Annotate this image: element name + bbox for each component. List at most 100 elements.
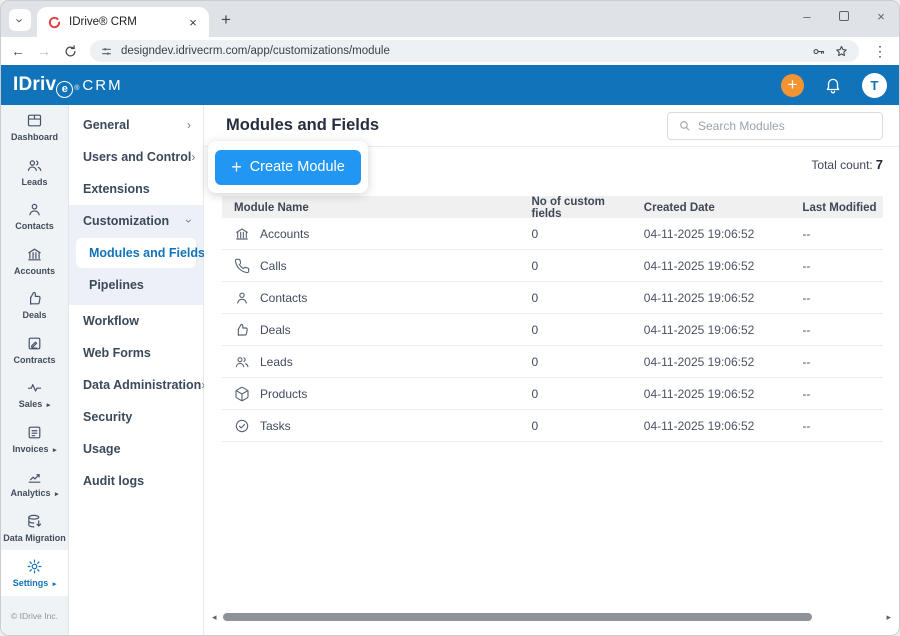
table-row-calls[interactable]: Calls 0 04-11-2025 19:06:52 -- [222,250,883,282]
new-tab-button[interactable]: + [213,7,239,33]
sidebar-item-accounts[interactable]: Accounts [1,239,68,284]
chevron-right-icon: › [191,150,195,164]
page-title: Modules and Fields [226,116,379,135]
table-row-tasks[interactable]: Tasks 0 04-11-2025 19:06:52 -- [222,410,883,442]
calls-icon [234,258,250,274]
search-modules-input[interactable] [698,119,872,133]
logo-product-text: CRM [82,77,122,94]
contacts-icon [26,201,43,218]
contracts-icon [26,335,43,352]
window-minimize-button[interactable]: – [799,9,815,24]
url-text[interactable]: designdev.idrivecrm.com/app/customizatio… [121,45,803,57]
chevron-right-icon: › [187,118,191,132]
settings-menu-modules-and-fields[interactable]: Modules and Fields [76,238,196,268]
search-icon [678,119,691,132]
site-settings-icon[interactable] [100,45,113,58]
reload-button[interactable] [63,44,78,59]
table-row-contacts[interactable]: Contacts 0 04-11-2025 19:06:52 -- [222,282,883,314]
table-row-leads[interactable]: Leads 0 04-11-2025 19:06:52 -- [222,346,883,378]
modules-table: Module Name No of custom fields Created … [222,196,883,442]
scroll-left-icon[interactable]: ◂ [212,612,217,623]
submenu-arrow-icon: ▸ [53,447,57,454]
submenu-arrow-icon: ▸ [47,402,51,409]
column-module-name: Module Name [222,202,519,214]
leads-icon [234,354,250,370]
create-module-highlight: + Create Module [208,141,368,193]
settings-menu-pipelines[interactable]: Pipelines [69,269,203,301]
notifications-bell-icon[interactable] [824,76,842,94]
sidebar-item-data-migration[interactable]: Data Migration [1,506,68,551]
window-close-button[interactable]: × [873,9,889,24]
dashboard-icon [26,112,43,129]
settings-menu-workflow[interactable]: Workflow [69,305,203,337]
main-content: Modules and Fields + Create Module Total… [204,105,899,635]
table-row-products[interactable]: Products 0 04-11-2025 19:06:52 -- [222,378,883,410]
idrive-favicon-icon [47,15,62,30]
settings-menu-users-and-control[interactable]: Users and Control › [69,141,203,173]
sidebar-item-leads[interactable]: Leads [1,150,68,195]
sidebar-item-contracts[interactable]: Contracts [1,328,68,373]
browser-menu-button[interactable]: ⋮ [871,43,889,60]
settings-menu-data-administration[interactable]: Data Administration › [69,369,203,401]
invoices-icon [26,424,43,441]
scrollbar-thumb[interactable] [223,613,812,621]
logo-text: IDriv [13,74,56,96]
settings-menu: General › Users and Control › Extensions… [69,105,204,635]
tasks-icon [234,418,250,434]
sidebar-item-dashboard[interactable]: Dashboard [1,105,68,150]
total-count-value: 7 [876,157,883,172]
submenu-arrow-icon: ▸ [55,491,59,498]
products-icon [234,386,250,402]
tab-search-button[interactable]: › [9,9,31,31]
quick-add-button[interactable]: + [781,74,804,97]
settings-gear-icon [26,558,43,575]
settings-menu-audit-logs[interactable]: Audit logs [69,465,203,497]
scroll-right-icon[interactable]: ▸ [886,612,891,623]
chevron-down-icon: › [182,219,196,223]
submenu-arrow-icon: ▸ [53,581,57,588]
leads-icon [26,157,43,174]
browser-window: › IDrive® CRM × + – × ← → designdev.idri… [0,0,900,636]
browser-tab[interactable]: IDrive® CRM × [37,7,209,37]
sales-icon [26,379,43,396]
contacts-icon [234,290,250,306]
settings-menu-security[interactable]: Security [69,401,203,433]
table-row-accounts[interactable]: Accounts 0 04-11-2025 19:06:52 -- [222,218,883,250]
deals-icon [234,322,250,338]
address-bar[interactable]: designdev.idrivecrm.com/app/customizatio… [90,40,859,62]
user-avatar[interactable]: T [862,73,887,98]
logo-e-mark: e [56,81,73,98]
main-sidebar: Dashboard Leads Contacts Accounts Deals … [1,105,69,635]
table-header-row: Module Name No of custom fields Created … [222,196,883,218]
scrollbar-track[interactable] [221,613,883,621]
settings-menu-usage[interactable]: Usage [69,433,203,465]
password-key-icon[interactable] [811,44,826,59]
settings-menu-extensions[interactable]: Extensions [69,173,203,205]
customization-section: Customization › Modules and Fields Pipel… [69,205,203,305]
analytics-icon [26,468,43,485]
window-maximize-button[interactable] [839,11,849,21]
sidebar-item-analytics[interactable]: Analytics ▸ [1,461,68,506]
column-custom-fields: No of custom fields [519,196,631,220]
forward-button[interactable]: → [37,43,51,59]
sidebar-item-sales[interactable]: Sales ▸ [1,372,68,417]
accounts-icon [234,226,250,242]
sidebar-item-settings[interactable]: Settings ▸ [1,550,68,596]
settings-menu-customization[interactable]: Customization › [69,205,203,237]
sidebar-item-contacts[interactable]: Contacts [1,194,68,239]
bookmark-star-icon[interactable] [834,44,849,59]
tab-close-icon[interactable]: × [185,14,201,30]
column-last-modified: Last Modified [790,202,883,214]
data-migration-icon [26,513,43,530]
horizontal-scrollbar: ◂ ▸ [212,612,891,622]
back-button[interactable]: ← [11,43,25,59]
sidebar-item-invoices[interactable]: Invoices ▸ [1,417,68,462]
accounts-icon [26,246,43,263]
table-row-deals[interactable]: Deals 0 04-11-2025 19:06:52 -- [222,314,883,346]
tab-strip: › IDrive® CRM × + – × [1,1,899,37]
settings-menu-general[interactable]: General › [69,109,203,141]
tab-title: IDrive® CRM [69,16,178,28]
settings-menu-web-forms[interactable]: Web Forms [69,337,203,369]
create-module-button[interactable]: + Create Module [215,150,361,185]
sidebar-item-deals[interactable]: Deals [1,283,68,328]
